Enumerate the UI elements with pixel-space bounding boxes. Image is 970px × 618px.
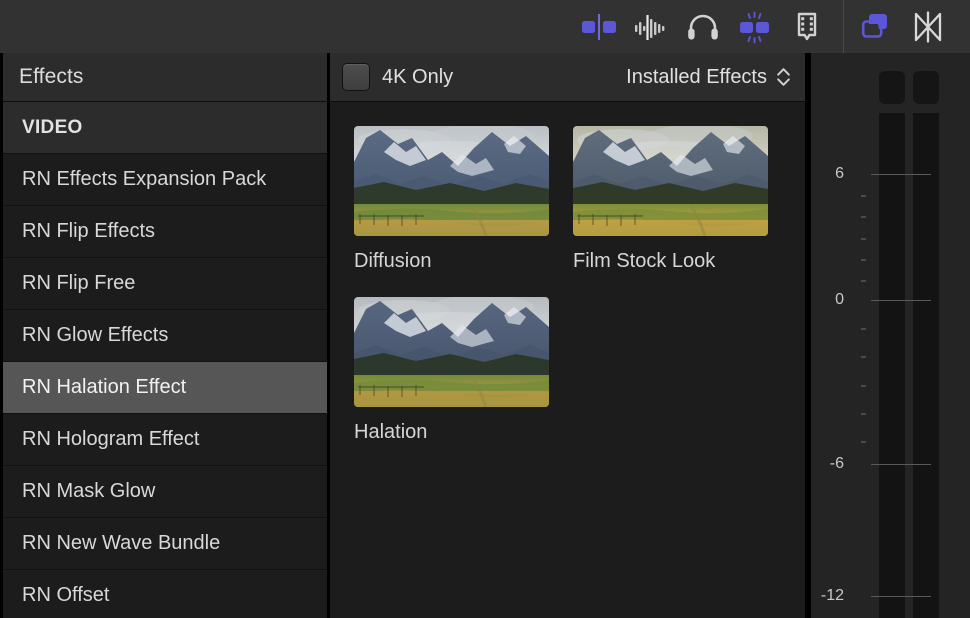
sidebar-item-rn-glow-effects[interactable]: RN Glow Effects (3, 310, 327, 362)
sidebar-item-label: RN Effects Expansion Pack (22, 168, 266, 191)
sidebar-item-label: RN Hologram Effect (22, 428, 199, 451)
effect-thumbnail[interactable] (354, 297, 549, 407)
stacked-rects-icon (855, 10, 897, 44)
meter-tick (861, 195, 866, 197)
effect-label: Halation (354, 421, 549, 444)
sidebar-item-label: RN Mask Glow (22, 480, 155, 503)
meter-gridline (871, 596, 931, 597)
sidebar-header: Effects (3, 53, 327, 102)
meter-scale-label: 0 (835, 291, 844, 309)
chevron-updown-icon (776, 66, 791, 88)
effects-browser-icon[interactable] (729, 0, 781, 53)
sidebar-item-rn-offset[interactable]: RN Offset (3, 570, 327, 618)
4k-only-label: 4K Only (382, 66, 453, 89)
effect-label: Film Stock Look (573, 250, 768, 273)
show-hide-timeline-index-icon[interactable] (573, 0, 625, 53)
meter-scale-label: -12 (821, 587, 844, 605)
film-strip-icon (787, 10, 827, 44)
meter-tick (861, 216, 866, 218)
meter-tick (861, 280, 866, 282)
meter-gridline (871, 174, 931, 175)
sidebar-item-rn-new-wave-bundle[interactable]: RN New Wave Bundle (3, 518, 327, 570)
effect-thumbnail[interactable] (354, 126, 549, 236)
audio-peak-indicator-left (879, 71, 905, 104)
bowtie-icon (907, 10, 949, 44)
sidebar-item-label: RN Offset (22, 584, 109, 607)
sidebar-item-label: RN Flip Free (22, 272, 135, 295)
effects-browser-toggle-icon[interactable] (850, 0, 902, 53)
sidebar-item-rn-halation-effect[interactable]: RN Halation Effect (3, 362, 327, 414)
toolbar-divider (843, 0, 844, 53)
sidebar-item-label: RN Flip Effects (22, 220, 155, 243)
toolbar (0, 0, 970, 53)
audio-meter-scale: 6 0 -6 -12 (811, 53, 970, 618)
toolbar-right-group (850, 0, 970, 53)
audio-waveform-icon (631, 11, 671, 43)
final-cut-effects-browser-window: Effects VIDEO RN Effects Expansion Pack RN… (0, 0, 970, 618)
meter-tick (861, 441, 866, 443)
page-title: Effects (19, 65, 84, 89)
effects-browser-panel: 4K Only Installed Effects (330, 53, 805, 618)
transitions-browser-toggle-icon[interactable] (902, 0, 954, 53)
effects-sparkle-icon (733, 10, 777, 44)
meter-tick (861, 385, 866, 387)
meter-tick (861, 259, 866, 261)
audio-channel-bar-left (879, 113, 905, 618)
effects-grid: Diffusion (330, 102, 805, 444)
sidebar-item-label: RN Halation Effect (22, 376, 186, 399)
audio-channel-bar-right (913, 113, 939, 618)
effect-label: Diffusion (354, 250, 549, 273)
toolbar-center-group (573, 0, 833, 53)
sidebar-list[interactable]: VIDEO RN Effects Expansion Pack RN Flip Ef… (3, 102, 327, 618)
sidebar-item-rn-effects-expansion-pack[interactable]: RN Effects Expansion Pack (3, 154, 327, 206)
meter-tick (861, 356, 866, 358)
transitions-browser-icon[interactable] (781, 0, 833, 53)
sidebar-item-rn-hologram-effect[interactable]: RN Hologram Effect (3, 414, 327, 466)
audio-peak-indicator-right (913, 71, 939, 104)
headphones-icon[interactable] (677, 0, 729, 53)
effect-cell[interactable]: Halation (354, 297, 549, 444)
sidebar-item-rn-mask-glow[interactable]: RN Mask Glow (3, 466, 327, 518)
effect-cell[interactable]: Diffusion (354, 126, 549, 273)
split-clip-icon (579, 11, 619, 43)
audio-meters-icon[interactable] (625, 0, 677, 53)
meter-gridline (871, 300, 931, 301)
meter-gridline (871, 464, 931, 465)
meter-tick (861, 238, 866, 240)
sidebar-item-rn-flip-effects[interactable]: RN Flip Effects (3, 206, 327, 258)
installed-effects-popup-label: Installed Effects (626, 66, 767, 89)
effect-thumbnail[interactable] (573, 126, 768, 236)
effect-cell[interactable]: Film Stock Look (573, 126, 768, 273)
panels-container: Effects VIDEO RN Effects Expansion Pack RN… (0, 53, 970, 618)
meter-scale-label: -6 (830, 455, 844, 473)
browser-header: 4K Only Installed Effects (330, 53, 805, 102)
audio-meters-panel[interactable]: 6 0 -6 -12 (808, 53, 970, 618)
meter-scale-label: 6 (835, 165, 844, 183)
sidebar-item-label: RN Glow Effects (22, 324, 168, 347)
sidebar-item-label: VIDEO (22, 117, 83, 139)
effects-sidebar: Effects VIDEO RN Effects Expansion Pack RN… (0, 53, 327, 618)
sidebar-item-rn-flip-free[interactable]: RN Flip Free (3, 258, 327, 310)
installed-effects-popup-button[interactable]: Installed Effects (626, 66, 795, 89)
sidebar-item-label: RN New Wave Bundle (22, 532, 220, 555)
meter-tick (861, 328, 866, 330)
4k-only-checkbox[interactable] (342, 63, 370, 91)
headphones-icon-glyph (683, 11, 723, 43)
sidebar-group-video[interactable]: VIDEO (3, 102, 327, 154)
meter-tick (861, 413, 866, 415)
